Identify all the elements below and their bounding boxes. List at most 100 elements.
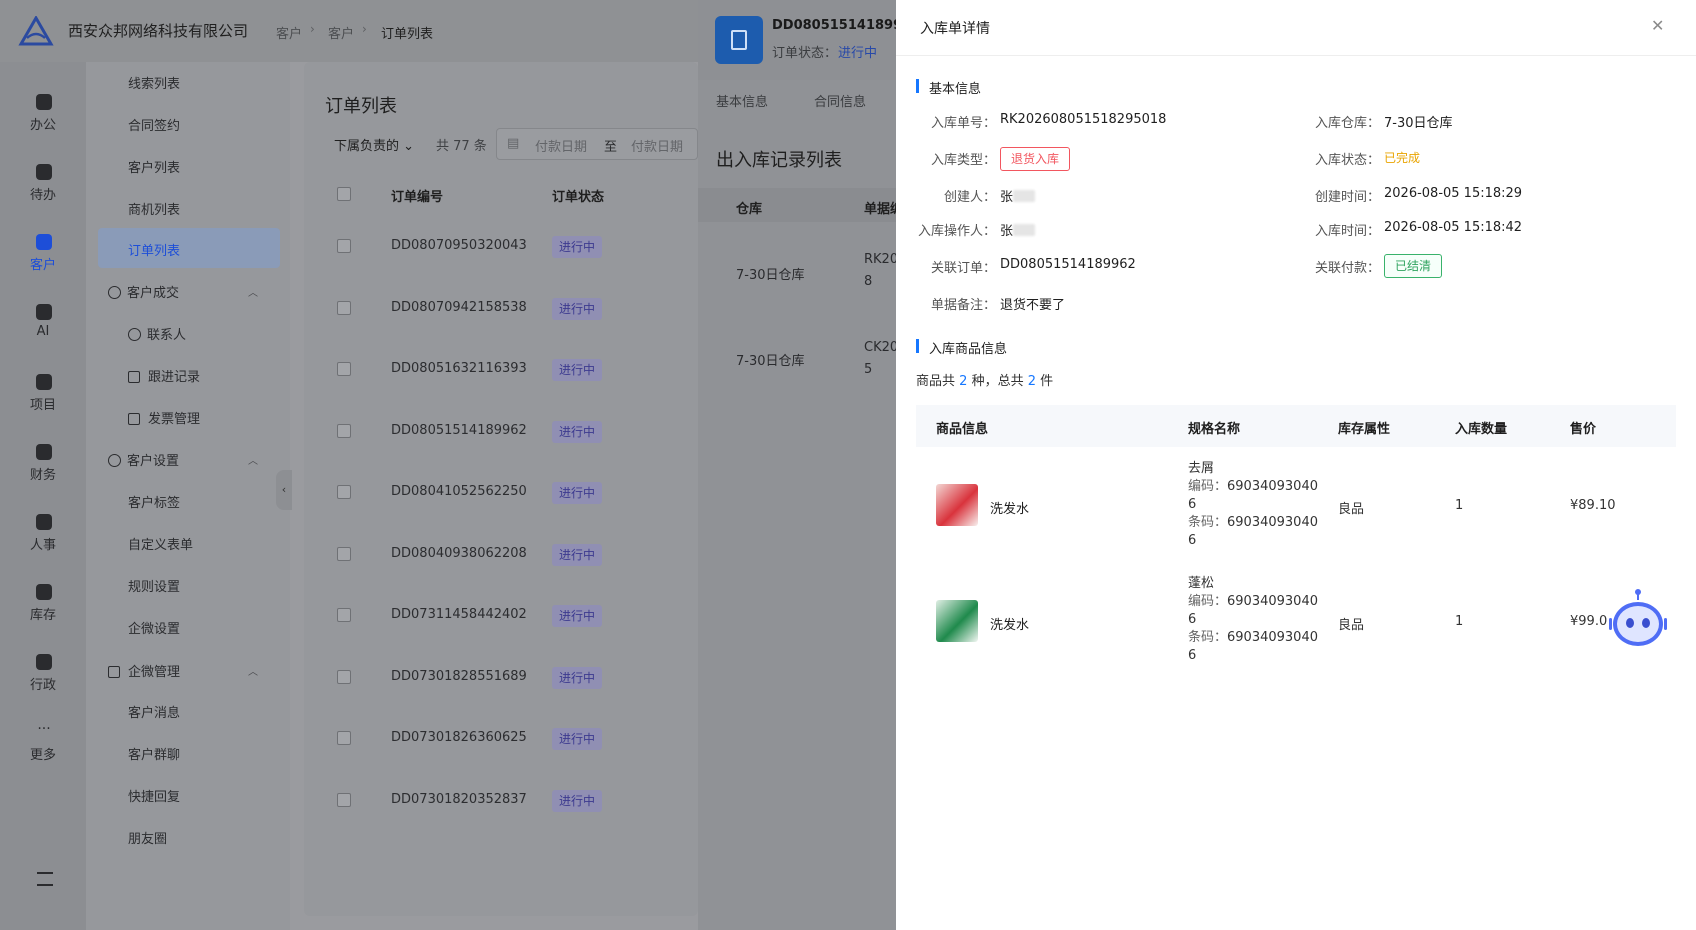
order-number-cell[interactable]: DD07301820352837	[391, 792, 527, 807]
rail-item-stock[interactable]: 库存	[0, 580, 86, 636]
field-label: 创建时间：	[1314, 190, 1380, 205]
field-label: 入库状态：	[1314, 153, 1380, 168]
submenu-item[interactable]: 规则设置	[128, 576, 180, 595]
rail-item-more[interactable]: ··· 更多	[0, 720, 86, 776]
row-checkbox[interactable]	[337, 792, 351, 807]
rail-item-ai[interactable]: AI	[0, 300, 86, 356]
record-doc[interactable]: 5	[864, 362, 872, 377]
operator-name: 张	[1000, 220, 1036, 239]
field-label: 入库单号：	[930, 116, 996, 131]
column-header-attr: 库存属性	[1338, 422, 1391, 437]
submenu-item[interactable]: 企微设置	[128, 618, 180, 637]
book-icon	[108, 666, 120, 678]
rail-item-customer[interactable]: 客户	[0, 230, 86, 286]
row-checkbox[interactable]	[337, 485, 351, 499]
chat-icon	[36, 164, 52, 180]
product-image	[936, 600, 978, 642]
stock-icon	[36, 584, 52, 600]
tab-basic-info[interactable]: 基本信息	[716, 91, 768, 110]
rail-item-admin[interactable]: 行政	[0, 650, 86, 706]
rail-item-office[interactable]: 办公	[0, 90, 86, 146]
status-badge: 进行中	[552, 236, 602, 258]
stock-in-status: 已完成	[1384, 151, 1421, 165]
status-badge: 进行中	[552, 666, 602, 689]
submenu-item[interactable]: 客户标签	[128, 492, 180, 511]
select-all-checkbox[interactable]	[337, 187, 351, 201]
tab-contract-info[interactable]: 合同信息	[814, 91, 866, 110]
record-warehouse: 7-30日仓库	[736, 268, 805, 283]
submenu-item-orders[interactable]: 订单列表	[128, 240, 180, 259]
submenu-item[interactable]: 线索列表	[128, 73, 180, 92]
stock-in-qty: 1	[1455, 498, 1464, 513]
submenu-item[interactable]: 朋友圈	[128, 828, 167, 847]
submenu-item[interactable]: 合同签约	[128, 115, 180, 134]
close-icon[interactable]: ✕	[1651, 16, 1664, 35]
order-number-cell[interactable]: DD08070942158538	[391, 300, 527, 315]
stock-attr: 良品	[1338, 502, 1365, 517]
stock-in-time: 2026-08-05 15:18:42	[1384, 220, 1523, 235]
submenu-group-wecom[interactable]: 企微管理	[108, 661, 180, 680]
submenu-item[interactable]: 快捷回复	[128, 786, 180, 805]
row-checkbox[interactable]	[337, 423, 351, 438]
record-doc[interactable]: CK20	[864, 340, 898, 355]
chevron-up-icon[interactable]: ︿	[248, 452, 258, 467]
doc-icon	[128, 371, 140, 383]
creator-name: 张	[1000, 186, 1036, 205]
order-number-cell[interactable]: DD07301828551689	[391, 669, 527, 684]
submenu-item[interactable]: 客户群聊	[128, 744, 180, 763]
submenu-active-bg	[98, 228, 280, 268]
rail-item-todo[interactable]: 待办	[0, 160, 86, 216]
field-label: 入库操作人：	[917, 224, 996, 239]
submenu-group-deal[interactable]: 客户成交	[108, 282, 179, 301]
submenu-item[interactable]: 客户消息	[128, 702, 180, 721]
row-checkbox[interactable]	[337, 608, 351, 622]
date-end-input[interactable]: 付款日期	[631, 136, 683, 155]
breadcrumb-item[interactable]: 客户	[276, 23, 302, 42]
spec-block: 蓬松 编码：69034093040 6 条码：69034093040 6	[1188, 575, 1318, 665]
ai-assistant-robot-icon[interactable]	[1608, 586, 1668, 648]
submenu-item[interactable]: 自定义表单	[128, 534, 193, 553]
spec-barcode: 条码：69034093040	[1188, 515, 1318, 530]
badge-icon	[36, 514, 52, 530]
row-checkbox[interactable]	[337, 669, 351, 684]
owner-filter-select[interactable]: 下属负责的 ⌄	[334, 135, 414, 154]
row-checkbox[interactable]	[337, 731, 351, 745]
row-checkbox[interactable]	[337, 239, 351, 253]
rail-item-hr[interactable]: 人事	[0, 510, 86, 566]
rail-item-project[interactable]: 项目	[0, 370, 86, 426]
user-icon	[36, 234, 52, 250]
submenu-item-follow[interactable]: 跟进记录	[128, 366, 200, 385]
spec-code: 编码：69034093040	[1188, 594, 1318, 609]
record-doc[interactable]: 8	[864, 274, 872, 289]
rail-item-finance[interactable]: 财务	[0, 440, 86, 496]
date-start-input[interactable]: 付款日期	[535, 136, 587, 155]
row-checkbox[interactable]	[337, 546, 351, 561]
submenu-item-invoice[interactable]: 发票管理	[128, 408, 200, 427]
order-number-cell[interactable]: DD08041052562250	[391, 484, 527, 499]
row-checkbox[interactable]	[337, 300, 351, 315]
order-number-cell[interactable]: DD08051632116393	[391, 361, 527, 376]
record-doc[interactable]: RK20	[864, 252, 898, 267]
sidebar-collapse-button[interactable]: ‹	[276, 470, 292, 510]
submenu-item[interactable]: 商机列表	[128, 199, 180, 218]
chevron-up-icon[interactable]: ︿	[248, 284, 258, 299]
order-number-cell[interactable]: DD07301826360625	[391, 730, 527, 745]
spec-code: 编码：69034093040	[1188, 479, 1318, 494]
order-number-cell[interactable]: DD08040938062208	[391, 546, 527, 561]
chevron-up-icon[interactable]: ︿	[248, 663, 258, 678]
order-number-cell[interactable]: DD08051514189962	[391, 423, 527, 438]
row-checkbox[interactable]	[337, 362, 351, 376]
spec-name: 蓬松	[1188, 576, 1215, 591]
stock-in-warehouse: 7-30日仓库	[1384, 116, 1453, 131]
main-nav-rail: 办公 待办 客户 AI 项目 财务 人事 库存 行政 ··· 更多	[0, 62, 86, 930]
breadcrumb-item[interactable]: 客户	[328, 23, 354, 42]
related-order[interactable]: DD08051514189962	[1000, 257, 1136, 272]
order-number-cell[interactable]: DD08070950320043	[391, 238, 527, 253]
submenu-item[interactable]: 客户列表	[128, 157, 180, 176]
record-warehouse: 7-30日仓库	[736, 354, 805, 369]
status-badge: 进行中	[552, 297, 602, 320]
order-number-cell[interactable]: DD07311458442402	[391, 607, 527, 622]
submenu-group-settings[interactable]: 客户设置	[108, 450, 179, 469]
submenu-item-contact[interactable]: 联系人	[128, 324, 186, 343]
settings-list-icon[interactable]	[37, 872, 53, 886]
